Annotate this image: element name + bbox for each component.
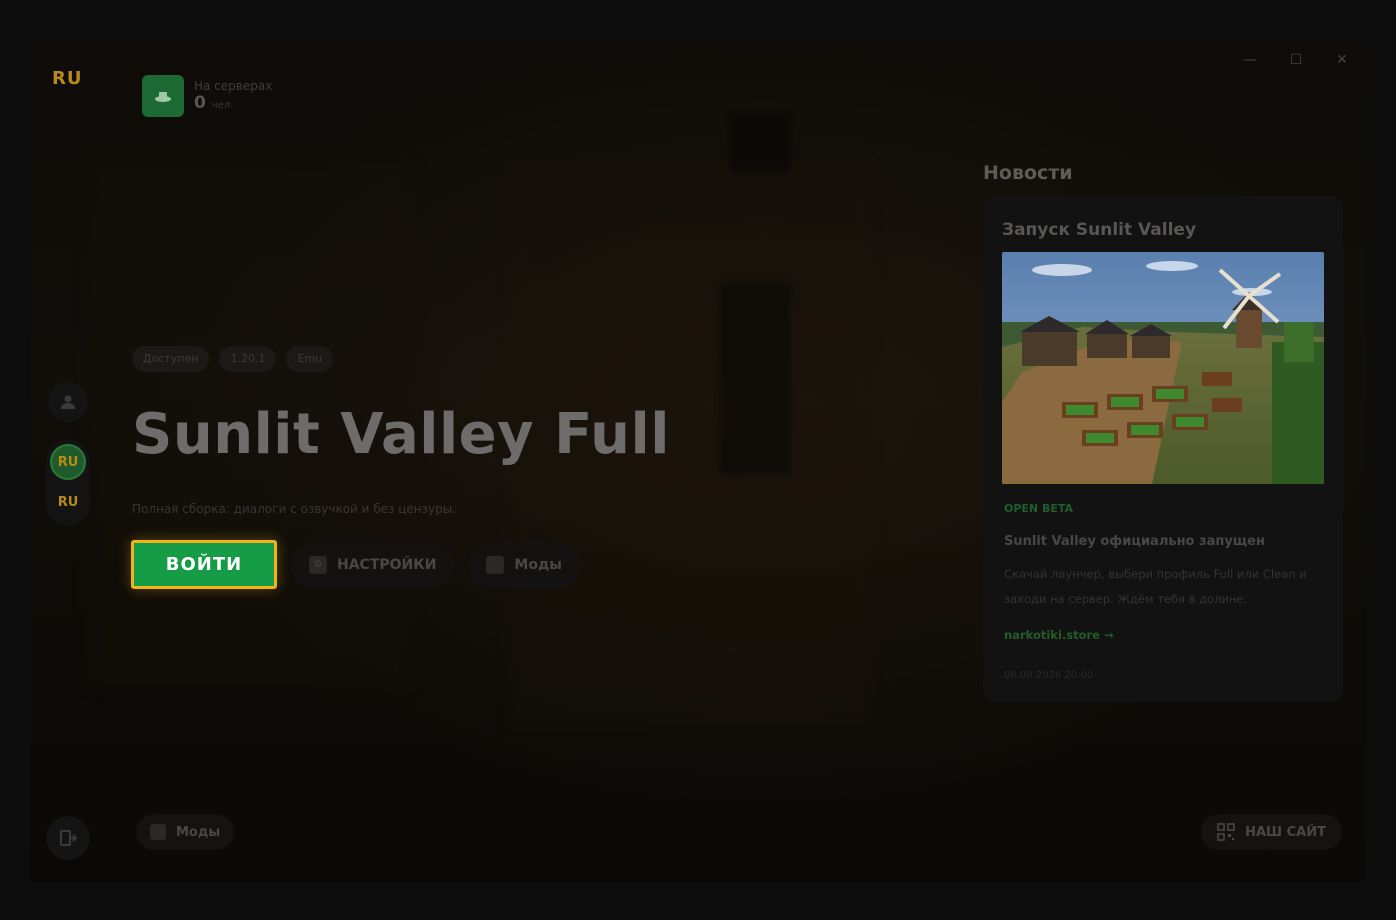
minimize-button[interactable]: — <box>1240 50 1260 70</box>
online-label: На серверах <box>194 79 273 93</box>
background-scene-door <box>720 284 790 474</box>
logout-icon <box>60 830 77 846</box>
server-online-icon <box>142 75 184 117</box>
server-list: RU RU <box>46 440 90 526</box>
settings-button[interactable]: ⚙ НАСТРОЙКИ <box>291 541 455 588</box>
news-card-link[interactable]: narkotiki.store → <box>1004 628 1114 642</box>
server-item-ru-1[interactable]: RU <box>50 444 86 480</box>
logout-button[interactable] <box>46 816 90 860</box>
tag-engine: Emu <box>286 346 334 372</box>
close-button[interactable]: ✕ <box>1332 50 1352 70</box>
mods-button[interactable]: Моды <box>468 541 580 588</box>
background-scene-window <box>730 114 790 174</box>
mods-bottom-label: Моды <box>176 824 221 840</box>
website-label: НАШ САЙТ <box>1245 824 1326 840</box>
server-actions: ВОЙТИ ⚙ НАСТРОЙКИ Моды <box>131 540 580 589</box>
launcher-window: RU — ☐ ✕ На серверах 0 чел. RU RU Доступ… <box>30 44 1366 882</box>
mods-icon <box>150 824 166 840</box>
news-card-date: 06.09.2026 20:00 <box>1004 670 1094 681</box>
play-button[interactable]: ВОЙТИ <box>131 540 277 589</box>
server-subtitle: Полная сборка: диалоги с озвучкой и без … <box>132 502 457 516</box>
server-tags: Доступен 1.20.1 Emu <box>132 346 334 372</box>
mods-icon <box>486 555 505 574</box>
website-button[interactable]: НАШ САЙТ <box>1201 814 1342 850</box>
online-count: 0 чел. <box>194 93 234 113</box>
app-logo: RU <box>52 68 83 89</box>
server-item-ru-2[interactable]: RU <box>50 484 86 520</box>
window-controls: — ☐ ✕ <box>1240 50 1352 70</box>
mods-bottom-button[interactable]: Моды <box>136 814 235 850</box>
maximize-button[interactable]: ☐ <box>1286 50 1306 70</box>
online-counter: На серверах 0 чел. <box>142 75 272 117</box>
news-heading: Новости <box>983 162 1073 184</box>
news-card-image <box>1002 252 1324 484</box>
user-icon <box>61 395 75 409</box>
server-title: Sunlit Valley Full <box>132 402 670 467</box>
news-card[interactable]: Запуск Sunlit Valley OPEN BETA Sunlit Va… <box>983 196 1343 702</box>
tag-version: 1.20.1 <box>219 346 277 372</box>
profile-button[interactable] <box>48 382 88 422</box>
news-card-title: Запуск Sunlit Valley <box>1002 220 1197 240</box>
gear-icon: ⚙ <box>309 555 327 574</box>
news-card-body: Скачай лаунчер, выбери профиль Full или … <box>1004 567 1307 606</box>
mods-label: Моды <box>514 556 562 573</box>
settings-label: НАСТРОЙКИ <box>337 556 437 573</box>
tag-status: Доступен <box>132 346 210 372</box>
news-card-badge: OPEN BETA <box>1004 502 1074 515</box>
news-card-headline: Sunlit Valley официально запущен <box>1004 534 1265 549</box>
qr-icon <box>1217 823 1235 841</box>
